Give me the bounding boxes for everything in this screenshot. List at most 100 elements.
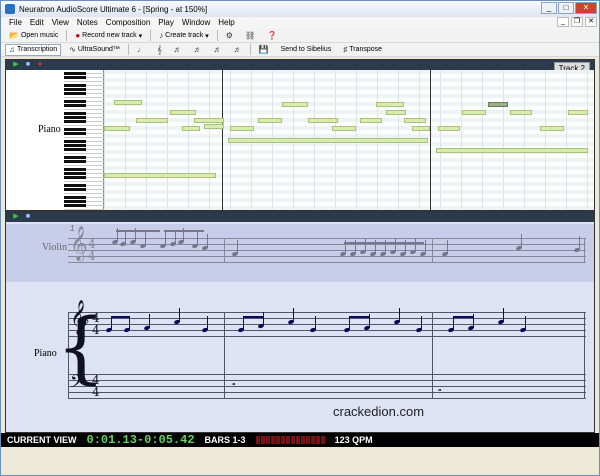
menu-edit[interactable]: Edit xyxy=(26,17,48,29)
notes-tool-button[interactable]: ♬ xyxy=(170,44,186,56)
tempo-label: 123 QPM xyxy=(334,435,373,445)
chord-tool-button[interactable]: ♬ xyxy=(190,44,206,56)
piano-roll-note[interactable] xyxy=(104,173,216,178)
piano-roll-note[interactable] xyxy=(386,110,406,115)
white-key[interactable] xyxy=(64,206,104,210)
note-stem xyxy=(395,238,396,252)
bass-staff[interactable] xyxy=(68,374,586,399)
note-icon: ♩ xyxy=(136,45,145,54)
staff-icon: ♪ xyxy=(159,31,164,40)
piano-roll-note[interactable] xyxy=(104,126,130,131)
level-led xyxy=(295,436,300,444)
piano-roll-note[interactable] xyxy=(258,118,282,123)
link-button[interactable]: ⛓ xyxy=(241,30,259,42)
note-beam xyxy=(243,316,263,318)
note-stem xyxy=(415,238,416,252)
toolbar-separator xyxy=(249,44,251,55)
piano-keyboard[interactable] xyxy=(64,70,104,210)
send-to-sibelius-button[interactable]: Send to Sibelius xyxy=(277,44,336,56)
note-beam xyxy=(111,316,129,318)
menu-play[interactable]: Play xyxy=(154,17,178,29)
piano-roll-note[interactable] xyxy=(182,126,200,131)
toolbar-separator xyxy=(216,30,218,41)
stop-icon[interactable]: ■ xyxy=(24,61,32,69)
piano-roll-note[interactable] xyxy=(436,148,588,153)
mdi-minimize-button[interactable]: _ xyxy=(557,17,569,27)
app-icon xyxy=(5,4,15,14)
create-track-button[interactable]: ♪ Create track ▾ xyxy=(155,30,213,42)
stop-icon[interactable]: ■ xyxy=(24,213,32,221)
transcription-button[interactable]: ♫ Transcription xyxy=(5,43,62,56)
menu-help[interactable]: Help xyxy=(214,17,238,29)
help-button[interactable]: ❓ xyxy=(263,30,281,42)
level-led xyxy=(265,436,270,444)
menu-composition[interactable]: Composition xyxy=(102,17,154,29)
note-beam xyxy=(344,242,424,244)
piano-roll-note[interactable] xyxy=(404,118,426,123)
bars-label: BARS 1-3 xyxy=(204,435,246,445)
note-stem xyxy=(129,316,130,330)
level-led xyxy=(310,436,315,444)
record-track-button[interactable]: ● Record new track ▾ xyxy=(71,30,146,42)
piano-roll-note[interactable] xyxy=(412,126,430,131)
settings-button[interactable]: ⚙ xyxy=(222,30,237,42)
piano-roll-note[interactable] xyxy=(282,102,308,107)
piano-roll-note[interactable] xyxy=(136,118,168,123)
piano-roll-note[interactable] xyxy=(568,110,588,115)
menu-view[interactable]: View xyxy=(48,17,73,29)
whole-note-icon[interactable]: 𝅝 xyxy=(232,378,236,388)
minimize-button[interactable]: _ xyxy=(541,2,557,14)
note-stem xyxy=(503,308,504,322)
transpose-button[interactable]: ♯ Transpose xyxy=(339,44,386,56)
violin-label: Violin xyxy=(42,242,67,253)
flat-icon: ♭ xyxy=(84,376,90,389)
piano-roll-note[interactable] xyxy=(204,124,224,129)
mdi-close-button[interactable]: ✕ xyxy=(585,17,597,27)
piano-roll-note[interactable] xyxy=(228,138,428,143)
split-tool-button[interactable]: ♬ xyxy=(210,44,226,56)
ultrasound-button[interactable]: ∿ UltraSound™ xyxy=(65,44,124,56)
piano-roll-note[interactable] xyxy=(488,102,508,107)
note-stem xyxy=(175,230,176,244)
menu-window[interactable]: Window xyxy=(178,17,214,29)
toolbar-separator xyxy=(150,30,152,41)
piano-roll-note[interactable] xyxy=(438,126,460,131)
piano-roll-note[interactable] xyxy=(360,118,382,123)
transcription-label: Transcription xyxy=(17,46,58,53)
play-icon[interactable]: ▶ xyxy=(12,213,20,221)
help-icon: ❓ xyxy=(267,31,278,40)
ultrasound-label: UltraSound™ xyxy=(77,46,120,53)
mdi-restore-button[interactable]: ❐ xyxy=(571,17,583,27)
record-icon[interactable]: ● xyxy=(36,61,44,69)
piano-roll-note[interactable] xyxy=(308,118,338,123)
piano-roll-note[interactable] xyxy=(230,126,254,131)
window-controls: _ □ ✕ xyxy=(541,2,597,14)
maximize-button[interactable]: □ xyxy=(558,2,574,14)
piano-roll-note[interactable] xyxy=(540,126,564,131)
piano-roll-note[interactable] xyxy=(114,100,142,105)
treble-staff[interactable] xyxy=(68,312,586,337)
tuning-button[interactable]: 𝄞 xyxy=(153,44,166,56)
menu-file[interactable]: File xyxy=(5,17,26,29)
level-led xyxy=(260,436,265,444)
piano-roll-note[interactable] xyxy=(332,126,356,131)
piano-roll-note[interactable] xyxy=(194,118,224,123)
open-music-button[interactable]: 📂 Open music xyxy=(5,30,62,42)
note-stem xyxy=(125,230,126,244)
whole-note-icon[interactable]: 𝅝 xyxy=(438,384,442,394)
piano-roll-note[interactable] xyxy=(170,110,196,115)
save-button[interactable]: 💾 xyxy=(255,44,273,56)
merge-tool-button[interactable]: ♬ xyxy=(230,44,246,56)
piano-roll-note[interactable] xyxy=(462,110,486,115)
note-stem xyxy=(237,240,238,254)
note-tool-button[interactable]: ♩ xyxy=(133,44,149,56)
note-stem xyxy=(369,314,370,328)
close-button[interactable]: ✕ xyxy=(575,2,597,14)
menu-notes[interactable]: Notes xyxy=(73,17,102,29)
create-track-label: Create track xyxy=(165,32,204,39)
piano-roll-note[interactable] xyxy=(376,102,404,107)
play-icon[interactable]: ▶ xyxy=(12,61,20,69)
note-stem xyxy=(365,238,366,252)
piano-roll-note[interactable] xyxy=(510,110,532,115)
mdi-controls: _ ❐ ✕ xyxy=(557,17,597,27)
